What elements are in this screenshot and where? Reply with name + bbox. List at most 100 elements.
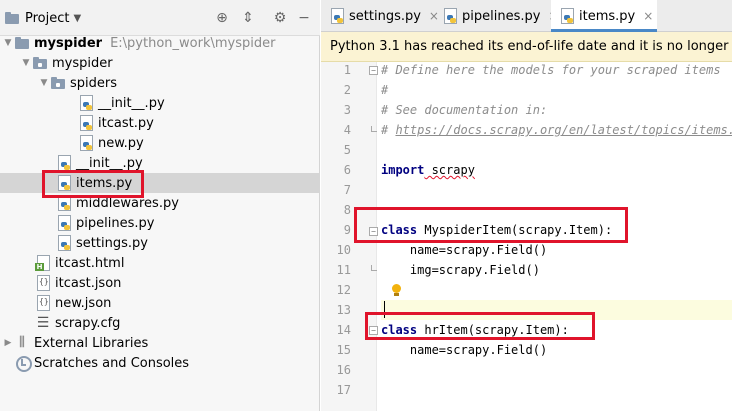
- code-text: scrapy: [424, 163, 475, 177]
- html-file-icon: H: [35, 255, 51, 271]
- code-line-10: name=scrapy.Field(): [381, 240, 732, 260]
- fold-end-icon: [371, 126, 377, 132]
- tree-item-pipelines-py[interactable]: pipelines.py: [0, 213, 320, 233]
- tab-settings-py[interactable]: settings.py ×: [321, 0, 439, 32]
- banner-text: Python 3.1 has reached its end-of-life d…: [330, 39, 732, 54]
- fold-icon[interactable]: −: [369, 227, 378, 236]
- tree-item-scratches[interactable]: Scratches and Consoles: [0, 353, 320, 373]
- code-line-2: #: [381, 80, 732, 100]
- tab-items-py[interactable]: items.py ×: [551, 0, 657, 32]
- tree-item-items-py[interactable]: items.py: [0, 173, 320, 193]
- fold-end-icon: [371, 265, 377, 271]
- hide-icon[interactable]: −: [295, 9, 313, 27]
- line-number: 17: [336, 383, 351, 397]
- python-file-icon: [56, 155, 72, 171]
- code-keyword: import: [381, 163, 425, 177]
- tree-item-label: itcast.py: [98, 115, 154, 131]
- tree-item-myspider-package[interactable]: ▼ myspider: [0, 53, 320, 73]
- tab-pipelines-py[interactable]: pipelines.py ×: [434, 0, 559, 32]
- tree-item-label: new.py: [98, 135, 144, 151]
- tree-item-external-libraries[interactable]: ▶ ⫼ External Libraries: [0, 333, 320, 353]
- expand-arrow-icon[interactable]: ▶: [2, 338, 14, 348]
- documentation-link[interactable]: https://docs.scrapy.org/en/latest/topics…: [395, 123, 732, 137]
- python-file-icon: [56, 175, 72, 191]
- code-editor[interactable]: # Define here the models for your scrape…: [381, 62, 732, 411]
- code-comment: #: [381, 83, 389, 97]
- code-line-1: # Define here the models for your scrape…: [381, 62, 732, 80]
- line-number: 12: [336, 283, 351, 297]
- code-text: name=scrapy.Field(): [381, 343, 548, 357]
- tree-item-itcast-py[interactable]: itcast.py: [0, 113, 320, 133]
- python-file-icon: [78, 135, 94, 151]
- json-file-icon: {}: [35, 295, 51, 311]
- scratches-icon: [14, 355, 32, 372]
- code-line-4: # https://docs.scrapy.org/en/latest/topi…: [381, 120, 732, 140]
- expand-arrow-icon[interactable]: ▼: [38, 78, 50, 88]
- code-line-9: class MyspiderItem(scrapy.Item):: [381, 220, 732, 240]
- gear-icon[interactable]: ⚙: [271, 9, 289, 27]
- line-number: 11: [336, 263, 351, 277]
- expand-arrow-icon[interactable]: ▼: [2, 38, 14, 48]
- line-number: 13: [336, 303, 351, 317]
- code-text: MyspiderItem(scrapy.Item):: [417, 223, 613, 237]
- line-number: 2: [343, 83, 351, 97]
- tree-item-package-init[interactable]: __init__.py: [0, 153, 320, 173]
- project-panel-header: Project ▼ ⊕ ⇕ ⚙ −: [0, 0, 320, 36]
- python-file-icon: [78, 115, 94, 131]
- tree-item-label: scrapy.cfg: [55, 315, 121, 331]
- text-caret: [384, 301, 385, 318]
- code-comment: #: [381, 123, 396, 137]
- close-icon[interactable]: ×: [643, 9, 653, 23]
- tree-item-label: middlewares.py: [76, 195, 179, 211]
- project-view-selector[interactable]: Project ▼: [4, 9, 81, 27]
- tree-item-new-py[interactable]: new.py: [0, 133, 320, 153]
- python-file-icon: [56, 195, 72, 211]
- line-number: 4: [343, 123, 351, 137]
- target-icon[interactable]: ⊕: [213, 9, 231, 27]
- expand-arrow-icon[interactable]: ▼: [20, 58, 32, 68]
- tree-item-label: settings.py: [76, 235, 148, 251]
- code-line-3: # See documentation in:: [381, 100, 732, 120]
- tree-item-label: itcast.html: [55, 255, 125, 271]
- code-line-14: class hrItem(scrapy.Item):: [381, 320, 732, 340]
- python-file-icon: [442, 8, 458, 24]
- tree-item-label: External Libraries: [34, 335, 149, 351]
- line-number-gutter: 1 2 3 4 5 6 7 8 9 10 11 12 13 14 15 16 1…: [321, 62, 378, 411]
- collapse-icon[interactable]: ⇕: [239, 9, 257, 27]
- code-keyword: class: [381, 323, 418, 337]
- line-number: 8: [343, 203, 351, 217]
- tree-item-settings-py[interactable]: settings.py: [0, 233, 320, 253]
- tree-item-label: myspider: [52, 55, 113, 71]
- fold-icon[interactable]: −: [369, 66, 378, 75]
- python-file-icon: [56, 235, 72, 251]
- tree-item-label: pipelines.py: [76, 215, 155, 231]
- code-comment: # See documentation in:: [381, 103, 548, 117]
- tree-item-spiders[interactable]: ▼ spiders: [0, 73, 320, 93]
- line-number: 3: [343, 103, 351, 117]
- tree-item-label: Scratches and Consoles: [34, 355, 190, 371]
- intention-bulb-icon[interactable]: [391, 284, 401, 296]
- code-line-15: name=scrapy.Field(): [381, 340, 732, 360]
- config-file-icon: ☰: [36, 315, 50, 331]
- project-panel-title: Project: [25, 10, 70, 26]
- library-icon: ⫼: [19, 335, 25, 350]
- python-file-icon: [56, 215, 72, 231]
- tree-item-itcast-html[interactable]: H itcast.html: [0, 253, 320, 273]
- editor-tab-bar: settings.py × pipelines.py × items.py ×: [321, 0, 732, 32]
- code-text: img=scrapy.Field(): [381, 263, 540, 277]
- line-number: 5: [343, 143, 351, 157]
- tree-item-middlewares-py[interactable]: middlewares.py: [0, 193, 320, 213]
- tree-item-scrapy-cfg[interactable]: ☰ scrapy.cfg: [0, 313, 320, 333]
- tree-item-label: itcast.json: [55, 275, 122, 291]
- tree-item-itcast-json[interactable]: {} itcast.json: [0, 273, 320, 293]
- fold-icon[interactable]: −: [369, 326, 378, 335]
- code-text: name=scrapy.Field(): [381, 243, 548, 257]
- tree-item-new-json[interactable]: {} new.json: [0, 293, 320, 313]
- tree-item-label: new.json: [55, 295, 112, 311]
- line-number: 1: [343, 63, 351, 77]
- chevron-down-icon[interactable]: ▼: [73, 13, 81, 24]
- tree-item-label: spiders: [70, 75, 118, 91]
- python-file-icon: [559, 8, 575, 24]
- tree-item-myspider-root[interactable]: ▼ myspider E:\python_work\myspider: [0, 33, 320, 53]
- tree-item-spiders-init[interactable]: __init__.py: [0, 93, 320, 113]
